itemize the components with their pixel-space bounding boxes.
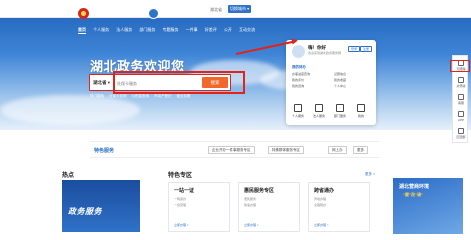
page: 湖北省 切换城市 ▾ 湖北省人民政府 湖北政务服务网 首页 个人服务 法人服务 … bbox=[0, 0, 471, 240]
chat-icon bbox=[357, 104, 365, 112]
highlight-box bbox=[113, 71, 245, 94]
special-card[interactable]: 惠民服务专区 便民服务 快速办理 立即办理 > bbox=[238, 182, 300, 232]
national-emblem-icon bbox=[78, 8, 89, 19]
document-icon bbox=[336, 104, 344, 112]
sidebar-item[interactable]: 关怀版 bbox=[455, 77, 467, 88]
hot-search-label: 热门搜索 bbox=[90, 94, 104, 98]
banner-subtitle: “要”改“请” bbox=[403, 192, 423, 197]
location-label: 湖北省 bbox=[210, 7, 222, 12]
hot-search-link[interactable]: 社保卡查询 bbox=[109, 94, 127, 98]
hot-banner-text: 政务服务 bbox=[68, 207, 102, 216]
sidebar-item[interactable]: 回顶部 bbox=[455, 128, 467, 139]
building-icon bbox=[294, 104, 302, 112]
card-link[interactable]: 个人中心 bbox=[334, 84, 346, 88]
special-card-link[interactable]: 立即办理 > bbox=[244, 223, 259, 227]
greeting-sub: 欢迎来到湖北政务服务网 bbox=[308, 51, 342, 55]
hot-title: 热点 bbox=[62, 173, 75, 179]
avatar bbox=[292, 45, 305, 58]
card-link[interactable]: 我的咨询 bbox=[292, 84, 304, 88]
nav-item[interactable]: 法人服务 bbox=[116, 27, 132, 32]
card-link[interactable]: 证照信息 bbox=[334, 72, 346, 76]
card-link[interactable]: 办事进度查询 bbox=[292, 72, 310, 76]
nav-item[interactable]: 个人服务 bbox=[93, 27, 109, 32]
highlight-box-small bbox=[450, 60, 470, 72]
quick-entry[interactable]: 法人服务 bbox=[311, 104, 327, 118]
nav-item[interactable]: 一件事 bbox=[186, 27, 198, 32]
featured-pill[interactable]: 特殊群体服务专区 bbox=[268, 146, 304, 154]
sidebar-item[interactable]: 客服 bbox=[455, 94, 467, 105]
service-logo-icon bbox=[148, 8, 159, 19]
card-link[interactable]: 我的收藏 bbox=[334, 78, 346, 82]
cloud-decoration bbox=[0, 95, 140, 125]
nav-item[interactable]: 好差评 bbox=[205, 27, 217, 32]
quick-entry[interactable]: 个人服务 bbox=[290, 104, 306, 118]
special-card-link[interactable]: 立即办理 > bbox=[174, 223, 189, 227]
service-icon bbox=[458, 94, 464, 100]
featured-pill[interactable]: 更多 bbox=[353, 146, 368, 154]
banner-title: 湖北营商环境 bbox=[399, 184, 430, 190]
login-button[interactable]: 登录 bbox=[348, 46, 361, 52]
special-title: 特色专区 bbox=[168, 173, 193, 179]
hot-search: 热门搜索 社保卡查询 公积金查询 不动产登记 营业执照 bbox=[90, 94, 194, 99]
card-section-title: 我的待办 bbox=[292, 65, 306, 69]
care-icon bbox=[458, 77, 464, 83]
card-link[interactable]: 我的评价 bbox=[292, 78, 304, 82]
app-icon bbox=[458, 111, 464, 117]
quick-entry[interactable]: 我的 bbox=[353, 104, 369, 118]
annotation-arrowhead bbox=[291, 37, 299, 45]
site-name[interactable]: 湖北省人民政府 bbox=[92, 10, 131, 18]
business-environment-banner[interactable]: 湖北营商环境 “要”改“请” bbox=[393, 178, 463, 234]
main-nav: 首页 个人服务 法人服务 部门服务 专题服务 一件事 好差评 公开 互动交流 bbox=[78, 27, 261, 34]
more-link[interactable]: 更多 > bbox=[365, 172, 375, 177]
sidebar-item[interactable]: APP bbox=[455, 111, 467, 122]
region-select[interactable]: 湖北省 ▾ bbox=[93, 80, 110, 86]
nav-item[interactable]: 专题服务 bbox=[163, 27, 179, 32]
arrow-up-icon bbox=[458, 128, 464, 134]
featured-pill[interactable]: 网上办 bbox=[328, 146, 347, 154]
nav-item[interactable]: 部门服务 bbox=[139, 27, 155, 32]
quick-entry[interactable]: 部门服务 bbox=[332, 104, 348, 118]
hot-search-link[interactable]: 不动产登记 bbox=[154, 94, 172, 98]
hot-search-link[interactable]: 公积金查询 bbox=[131, 94, 149, 98]
register-button[interactable]: 注册 bbox=[360, 46, 373, 52]
special-card-link[interactable]: 立即办理 > bbox=[314, 223, 329, 227]
briefcase-icon bbox=[315, 104, 323, 112]
hot-banner-image[interactable]: 政务服务 bbox=[62, 180, 140, 232]
location-switch-button[interactable]: 切换城市 ▾ bbox=[228, 5, 252, 13]
special-card[interactable]: 跨省通办 异地办理 全程网办 立即办理 > bbox=[308, 182, 370, 232]
featured-pill[interactable]: 企业开办一件事服务专区 bbox=[208, 146, 255, 154]
special-card[interactable]: 一站一证 一网通办 一窗受理 立即办理 > bbox=[168, 182, 230, 232]
nav-item[interactable]: 互动交流 bbox=[239, 27, 255, 32]
featured-label: 特色服务 bbox=[94, 148, 115, 154]
user-card: 嗨！你好 欢迎来到湖北政务服务网 登录 注册 我的待办 办事进度查询 证照信息 … bbox=[286, 40, 376, 125]
nav-item-home[interactable]: 首页 bbox=[78, 27, 86, 34]
featured-services-bar: 特色服务 企业开办一件事服务专区 特殊群体服务专区 网上办 更多 bbox=[90, 141, 380, 158]
nav-item[interactable]: 公开 bbox=[224, 27, 232, 32]
service-name[interactable]: 湖北政务服务网 bbox=[162, 10, 201, 18]
hot-search-link[interactable]: 营业执照 bbox=[176, 94, 190, 98]
hero-banner bbox=[0, 0, 471, 130]
top-bar: 湖北省 切换城市 ▾ bbox=[0, 0, 471, 18]
